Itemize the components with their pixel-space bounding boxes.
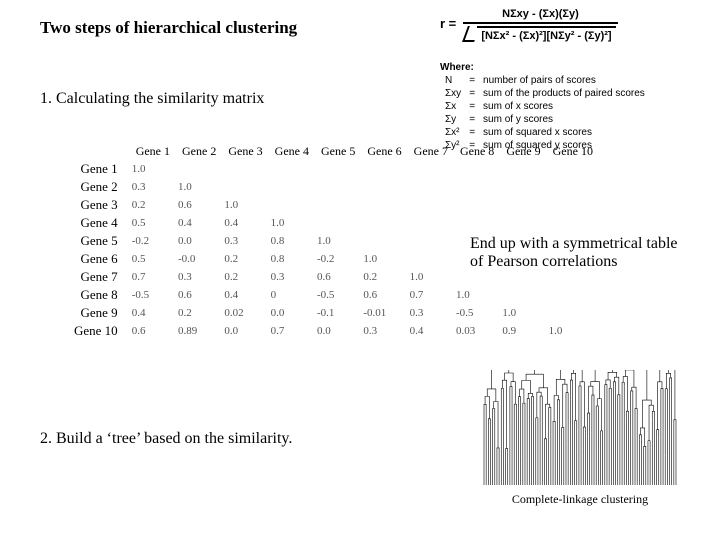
matrix-cell: 1.0 [128,160,174,178]
where-desc: sum of x scores [480,101,648,112]
matrix-cell: 1.0 [174,178,220,196]
matrix-cell: 1.0 [545,322,597,340]
where-symbol: Σxy [442,88,464,99]
matrix-cell: -0.0 [174,250,220,268]
matrix-cell: 0.4 [174,214,220,232]
matrix-col-header: Gene 1 [136,144,170,158]
where-desc: number of pairs of scores [480,75,648,86]
similarity-matrix: Gene 1Gene 2Gene 3Gene 4Gene 5Gene 6Gene… [70,120,597,340]
formula-r-label: r = [440,16,456,31]
dendrogram-figure: Complete-linkage clustering [480,370,680,507]
where-symbol: Σx² [442,127,464,138]
matrix-cell: 0.02 [220,304,266,322]
matrix-cell: 0.4 [406,322,452,340]
matrix-row-header: Gene 8 [70,286,128,304]
matrix-cell: -0.1 [313,304,359,322]
matrix-cell: 0.8 [267,250,313,268]
matrix-cell: 0.2 [174,304,220,322]
matrix-cell: 0.3 [267,268,313,286]
formula-numerator: NΣxy - (Σx)(Σy) [463,8,617,24]
matrix-cell: 0.2 [128,196,174,214]
matrix-col-header: Gene 4 [275,144,309,158]
matrix-cell: -0.2 [313,250,359,268]
matrix-cell: 0.0 [313,322,359,340]
matrix-cell: 0.7 [267,322,313,340]
matrix-cell: 0.6 [128,322,174,340]
pearson-formula: r = NΣxy - (Σx)(Σy) [NΣx² - (Σx)²][NΣy² … [440,8,618,42]
matrix-cell: 1.0 [313,232,359,250]
step-1-heading: 1. Calculating the similarity matrix [40,90,264,108]
matrix-cell: 0.2 [220,250,266,268]
matrix-cell: 1.0 [267,214,313,232]
matrix-cell: -0.5 [313,286,359,304]
matrix-cell: -0.5 [452,304,498,322]
matrix-cell: 0.7 [128,268,174,286]
matrix-cell: 0.4 [220,286,266,304]
matrix-cell: 0.0 [174,232,220,250]
matrix-cell: 0 [267,286,313,304]
matrix-cell: 0.5 [128,214,174,232]
matrix-col-header: Gene 3 [228,144,262,158]
matrix-cell: 0.0 [267,304,313,322]
matrix-cell: 0.4 [220,214,266,232]
matrix-row-header: Gene 2 [70,178,128,196]
where-symbol: Σy² [442,140,464,151]
matrix-cell: 0.5 [128,250,174,268]
matrix-cell: 1.0 [406,268,452,286]
matrix-row-header: Gene 7 [70,268,128,286]
matrix-cell: 0.3 [406,304,452,322]
matrix-cell: 0.6 [174,196,220,214]
where-desc: sum of squared x scores [480,127,648,138]
matrix-cell: 0.8 [267,232,313,250]
matrix-cell: -0.2 [128,232,174,250]
where-symbol: Σx [442,101,464,112]
result-summary: End up with a symmetrical table of Pears… [470,235,680,271]
where-desc: sum of the products of paired scores [480,88,648,99]
where-legend: Where: N=number of pairs of scoresΣxy=su… [440,62,650,153]
matrix-cell: 0.9 [498,322,544,340]
matrix-cell: 1.0 [359,250,405,268]
matrix-cell: 0.6 [313,268,359,286]
matrix-row-header: Gene 9 [70,304,128,322]
matrix-cell: 0.0 [220,322,266,340]
matrix-cell: 0.2 [359,268,405,286]
matrix-cell: 0.89 [174,322,220,340]
matrix-cell: 1.0 [498,304,544,322]
matrix-row-header: Gene 3 [70,196,128,214]
matrix-col-header: Gene 5 [321,144,355,158]
matrix-row-header: Gene 1 [70,160,128,178]
matrix-cell: 1.0 [220,196,266,214]
where-desc: sum of y scores [480,114,648,125]
matrix-row-header: Gene 5 [70,232,128,250]
where-label: Where: [440,62,650,73]
step-2-heading: 2. Build a ‘tree’ based on the similarit… [40,430,292,448]
where-desc: sum of squared y scores [480,140,648,151]
formula-denominator: [NΣx² - (Σx)²][NΣy² - (Σy)²] [477,26,615,42]
matrix-cell: -0.01 [359,304,405,322]
matrix-cell: 0.7 [406,286,452,304]
matrix-col-header: Gene 2 [182,144,216,158]
matrix-cell: 0.3 [359,322,405,340]
dendrogram-caption: Complete-linkage clustering [480,492,680,507]
matrix-cell: 1.0 [452,286,498,304]
matrix-cell: 0.6 [174,286,220,304]
slide-title: Two steps of hierarchical clustering [40,18,297,38]
matrix-cell: 0.4 [128,304,174,322]
matrix-cell: 0.3 [128,178,174,196]
matrix-cell: 0.6 [359,286,405,304]
matrix-cell: 0.03 [452,322,498,340]
matrix-cell: -0.5 [128,286,174,304]
matrix-row-header: Gene 6 [70,250,128,268]
matrix-col-header: Gene 6 [367,144,401,158]
matrix-row-header: Gene 10 [70,322,128,340]
matrix-cell: 0.3 [220,232,266,250]
matrix-cell: 0.2 [220,268,266,286]
where-symbol: N [442,75,464,86]
where-symbol: Σy [442,114,464,125]
matrix-cell: 0.3 [174,268,220,286]
dendrogram-icon [480,370,680,490]
matrix-row-header: Gene 4 [70,214,128,232]
